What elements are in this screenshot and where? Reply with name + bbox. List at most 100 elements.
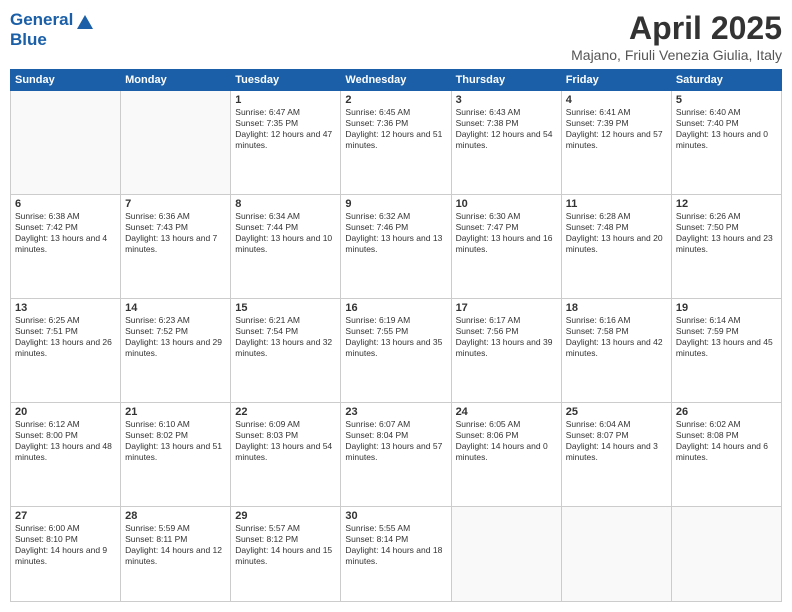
weekday-sunday: Sunday — [11, 70, 121, 91]
calendar-cell: 22Sunrise: 6:09 AM Sunset: 8:03 PM Dayli… — [231, 403, 341, 507]
cell-info: Sunrise: 5:59 AM Sunset: 8:11 PM Dayligh… — [125, 523, 226, 567]
cell-info: Sunrise: 6:05 AM Sunset: 8:06 PM Dayligh… — [456, 419, 557, 463]
calendar-cell: 29Sunrise: 5:57 AM Sunset: 8:12 PM Dayli… — [231, 507, 341, 602]
day-number: 1 — [235, 94, 336, 106]
cell-info: Sunrise: 6:23 AM Sunset: 7:52 PM Dayligh… — [125, 315, 226, 359]
day-number: 7 — [125, 198, 226, 210]
calendar-cell: 19Sunrise: 6:14 AM Sunset: 7:59 PM Dayli… — [671, 299, 781, 403]
cell-info: Sunrise: 6:34 AM Sunset: 7:44 PM Dayligh… — [235, 211, 336, 255]
month-title: April 2025 — [571, 10, 782, 47]
day-number: 11 — [566, 198, 667, 210]
calendar-body: 1Sunrise: 6:47 AM Sunset: 7:35 PM Daylig… — [11, 91, 782, 602]
day-number: 2 — [345, 94, 446, 106]
cell-info: Sunrise: 6:38 AM Sunset: 7:42 PM Dayligh… — [15, 211, 116, 255]
cell-info: Sunrise: 6:45 AM Sunset: 7:36 PM Dayligh… — [345, 107, 446, 151]
calendar-cell — [561, 507, 671, 602]
cell-info: Sunrise: 6:40 AM Sunset: 7:40 PM Dayligh… — [676, 107, 777, 151]
day-number: 27 — [15, 510, 116, 522]
cell-info: Sunrise: 6:43 AM Sunset: 7:38 PM Dayligh… — [456, 107, 557, 151]
cell-info: Sunrise: 6:36 AM Sunset: 7:43 PM Dayligh… — [125, 211, 226, 255]
calendar-cell — [671, 507, 781, 602]
calendar-cell: 3Sunrise: 6:43 AM Sunset: 7:38 PM Daylig… — [451, 91, 561, 195]
calendar-cell: 8Sunrise: 6:34 AM Sunset: 7:44 PM Daylig… — [231, 195, 341, 299]
cell-info: Sunrise: 6:32 AM Sunset: 7:46 PM Dayligh… — [345, 211, 446, 255]
day-number: 18 — [566, 302, 667, 314]
day-number: 22 — [235, 406, 336, 418]
cell-info: Sunrise: 6:28 AM Sunset: 7:48 PM Dayligh… — [566, 211, 667, 255]
day-number: 10 — [456, 198, 557, 210]
day-number: 12 — [676, 198, 777, 210]
cell-info: Sunrise: 6:17 AM Sunset: 7:56 PM Dayligh… — [456, 315, 557, 359]
title-block: April 2025 Majano, Friuli Venezia Giulia… — [571, 10, 782, 63]
calendar-cell: 12Sunrise: 6:26 AM Sunset: 7:50 PM Dayli… — [671, 195, 781, 299]
weekday-saturday: Saturday — [671, 70, 781, 91]
cell-info: Sunrise: 6:10 AM Sunset: 8:02 PM Dayligh… — [125, 419, 226, 463]
cell-info: Sunrise: 6:07 AM Sunset: 8:04 PM Dayligh… — [345, 419, 446, 463]
location-title: Majano, Friuli Venezia Giulia, Italy — [571, 47, 782, 63]
day-number: 15 — [235, 302, 336, 314]
day-number: 28 — [125, 510, 226, 522]
weekday-monday: Monday — [121, 70, 231, 91]
day-number: 24 — [456, 406, 557, 418]
logo-general: General — [10, 10, 73, 29]
calendar-cell: 24Sunrise: 6:05 AM Sunset: 8:06 PM Dayli… — [451, 403, 561, 507]
calendar-cell: 14Sunrise: 6:23 AM Sunset: 7:52 PM Dayli… — [121, 299, 231, 403]
week-row-0: 1Sunrise: 6:47 AM Sunset: 7:35 PM Daylig… — [11, 91, 782, 195]
calendar-cell: 9Sunrise: 6:32 AM Sunset: 7:46 PM Daylig… — [341, 195, 451, 299]
calendar-cell: 26Sunrise: 6:02 AM Sunset: 8:08 PM Dayli… — [671, 403, 781, 507]
day-number: 5 — [676, 94, 777, 106]
calendar-cell: 23Sunrise: 6:07 AM Sunset: 8:04 PM Dayli… — [341, 403, 451, 507]
week-row-3: 20Sunrise: 6:12 AM Sunset: 8:00 PM Dayli… — [11, 403, 782, 507]
day-number: 4 — [566, 94, 667, 106]
calendar-cell: 10Sunrise: 6:30 AM Sunset: 7:47 PM Dayli… — [451, 195, 561, 299]
cell-info: Sunrise: 6:02 AM Sunset: 8:08 PM Dayligh… — [676, 419, 777, 463]
header: General Blue April 2025 Majano, Friuli V… — [10, 10, 782, 63]
cell-info: Sunrise: 6:41 AM Sunset: 7:39 PM Dayligh… — [566, 107, 667, 151]
calendar-cell: 28Sunrise: 5:59 AM Sunset: 8:11 PM Dayli… — [121, 507, 231, 602]
calendar-cell: 5Sunrise: 6:40 AM Sunset: 7:40 PM Daylig… — [671, 91, 781, 195]
cell-info: Sunrise: 6:09 AM Sunset: 8:03 PM Dayligh… — [235, 419, 336, 463]
calendar-cell: 21Sunrise: 6:10 AM Sunset: 8:02 PM Dayli… — [121, 403, 231, 507]
calendar-cell — [121, 91, 231, 195]
week-row-4: 27Sunrise: 6:00 AM Sunset: 8:10 PM Dayli… — [11, 507, 782, 602]
logo-blue: Blue — [10, 30, 93, 50]
calendar-cell: 16Sunrise: 6:19 AM Sunset: 7:55 PM Dayli… — [341, 299, 451, 403]
cell-info: Sunrise: 6:19 AM Sunset: 7:55 PM Dayligh… — [345, 315, 446, 359]
cell-info: Sunrise: 6:14 AM Sunset: 7:59 PM Dayligh… — [676, 315, 777, 359]
day-number: 26 — [676, 406, 777, 418]
cell-info: Sunrise: 6:21 AM Sunset: 7:54 PM Dayligh… — [235, 315, 336, 359]
day-number: 21 — [125, 406, 226, 418]
logo: General Blue — [10, 10, 93, 49]
calendar-cell: 2Sunrise: 6:45 AM Sunset: 7:36 PM Daylig… — [341, 91, 451, 195]
day-number: 17 — [456, 302, 557, 314]
weekday-thursday: Thursday — [451, 70, 561, 91]
cell-info: Sunrise: 6:26 AM Sunset: 7:50 PM Dayligh… — [676, 211, 777, 255]
weekday-header-row: SundayMondayTuesdayWednesdayThursdayFrid… — [11, 70, 782, 91]
day-number: 30 — [345, 510, 446, 522]
day-number: 25 — [566, 406, 667, 418]
cell-info: Sunrise: 5:55 AM Sunset: 8:14 PM Dayligh… — [345, 523, 446, 567]
calendar-cell: 11Sunrise: 6:28 AM Sunset: 7:48 PM Dayli… — [561, 195, 671, 299]
day-number: 23 — [345, 406, 446, 418]
calendar-cell: 18Sunrise: 6:16 AM Sunset: 7:58 PM Dayli… — [561, 299, 671, 403]
cell-info: Sunrise: 5:57 AM Sunset: 8:12 PM Dayligh… — [235, 523, 336, 567]
day-number: 8 — [235, 198, 336, 210]
day-number: 29 — [235, 510, 336, 522]
cell-info: Sunrise: 6:47 AM Sunset: 7:35 PM Dayligh… — [235, 107, 336, 151]
cell-info: Sunrise: 6:25 AM Sunset: 7:51 PM Dayligh… — [15, 315, 116, 359]
calendar-cell: 1Sunrise: 6:47 AM Sunset: 7:35 PM Daylig… — [231, 91, 341, 195]
calendar-cell: 17Sunrise: 6:17 AM Sunset: 7:56 PM Dayli… — [451, 299, 561, 403]
calendar-cell: 13Sunrise: 6:25 AM Sunset: 7:51 PM Dayli… — [11, 299, 121, 403]
calendar-cell: 15Sunrise: 6:21 AM Sunset: 7:54 PM Dayli… — [231, 299, 341, 403]
day-number: 20 — [15, 406, 116, 418]
calendar-cell: 27Sunrise: 6:00 AM Sunset: 8:10 PM Dayli… — [11, 507, 121, 602]
cell-info: Sunrise: 6:30 AM Sunset: 7:47 PM Dayligh… — [456, 211, 557, 255]
week-row-2: 13Sunrise: 6:25 AM Sunset: 7:51 PM Dayli… — [11, 299, 782, 403]
calendar-cell: 6Sunrise: 6:38 AM Sunset: 7:42 PM Daylig… — [11, 195, 121, 299]
calendar-cell: 20Sunrise: 6:12 AM Sunset: 8:00 PM Dayli… — [11, 403, 121, 507]
cell-info: Sunrise: 6:16 AM Sunset: 7:58 PM Dayligh… — [566, 315, 667, 359]
day-number: 19 — [676, 302, 777, 314]
week-row-1: 6Sunrise: 6:38 AM Sunset: 7:42 PM Daylig… — [11, 195, 782, 299]
weekday-friday: Friday — [561, 70, 671, 91]
cell-info: Sunrise: 6:12 AM Sunset: 8:00 PM Dayligh… — [15, 419, 116, 463]
